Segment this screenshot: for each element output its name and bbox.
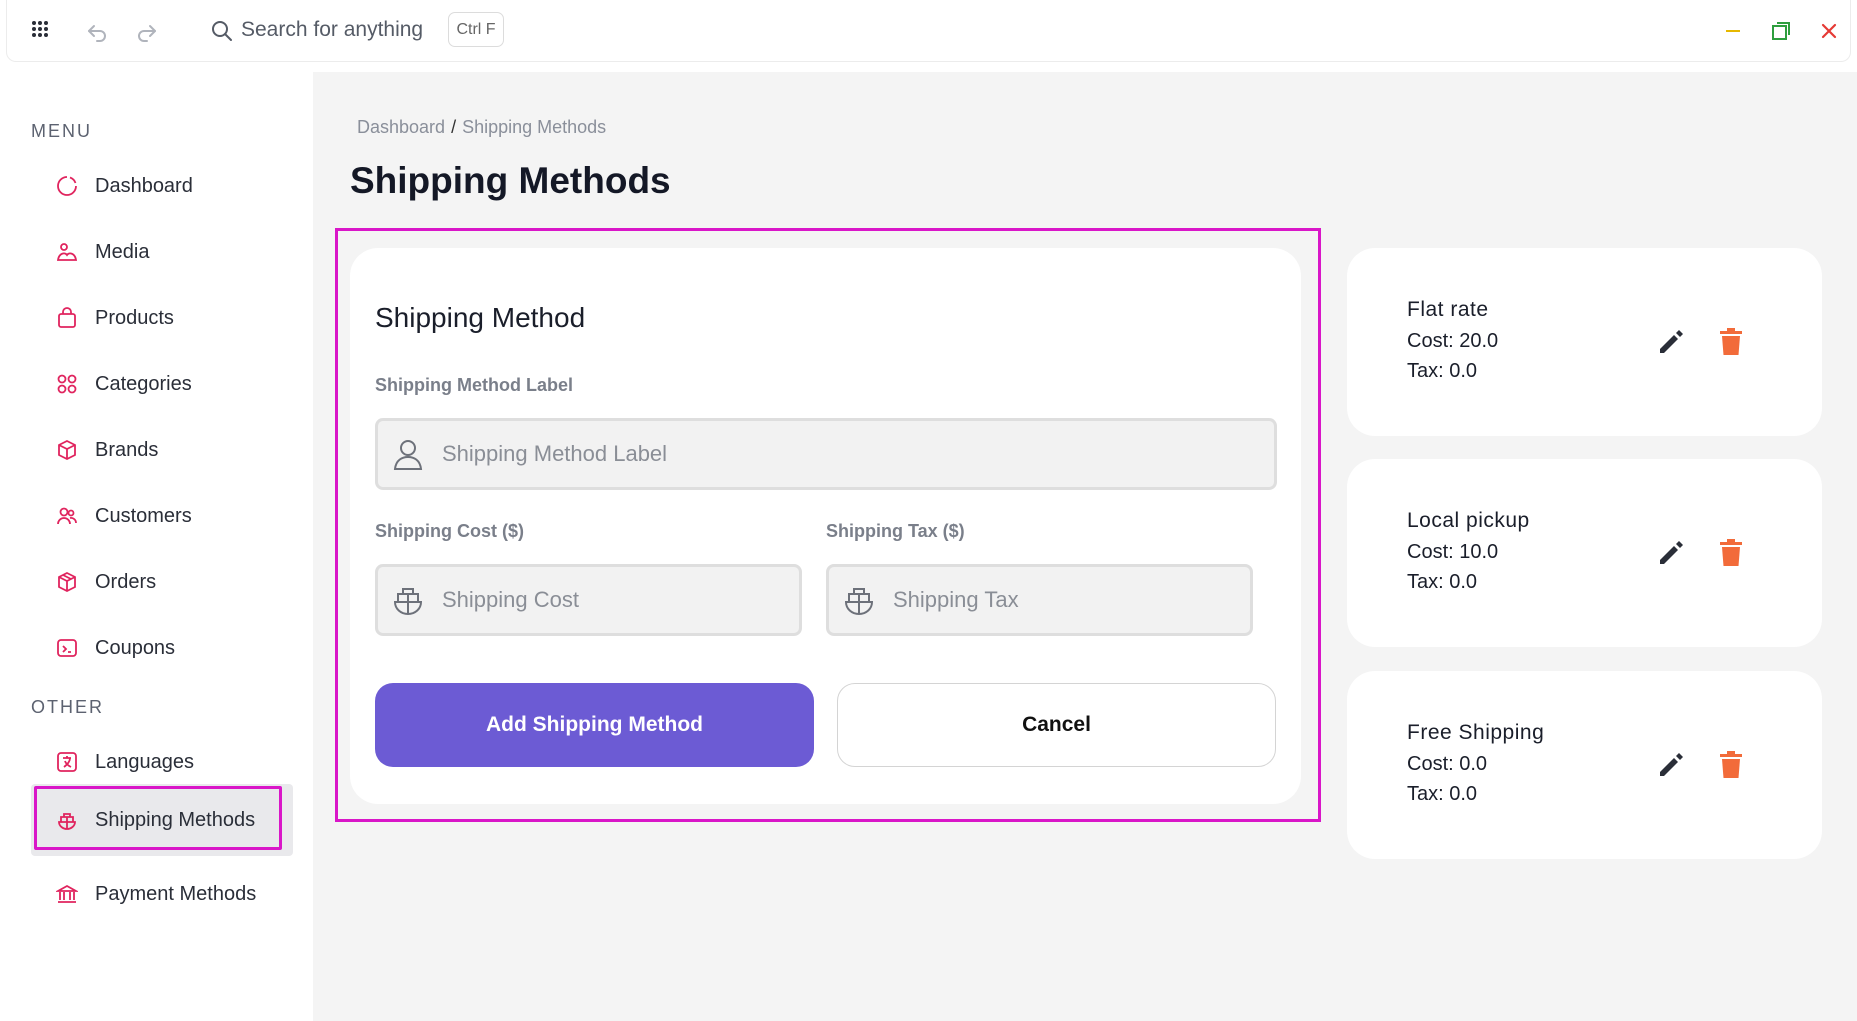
sidebar-item-label: Coupons [95,636,176,659]
sidebar-item-label: Customers [95,504,192,527]
search-input[interactable]: Search for anything [241,18,423,42]
edit-icon[interactable] [1654,536,1688,570]
method-tax: Tax: 0.0 [1407,360,1478,382]
tax-field-label: Shipping Tax ($) [826,521,965,541]
sidebar-item-products[interactable]: Products [31,291,293,345]
title-bar: Search for anything Ctrl F [6,0,1851,62]
sidebar-item-label: Payment Methods [95,882,257,905]
circle-icon [55,174,79,198]
breadcrumb: Dashboard / Shipping Methods [357,117,606,138]
sidebar-item-label: Orders [95,570,157,593]
sidebar-item-categories[interactable]: Categories [31,357,293,411]
method-tax: Tax: 0.0 [1407,783,1478,805]
shipping-method-label-input[interactable] [442,441,1159,467]
cost-field-label: Shipping Cost ($) [375,521,524,541]
user-icon [392,437,424,471]
undo-icon[interactable] [83,17,111,45]
grid-icon[interactable] [29,18,55,44]
label-field-label: Shipping Method Label [375,375,573,395]
ship-icon [392,583,424,617]
main-content: Dashboard / Shipping Methods Shipping Meth… [313,72,1857,1021]
sidebar-item-coupons[interactable]: Coupons [31,621,293,675]
sidebar-item-customers[interactable]: Customers [31,489,293,543]
categories-icon [55,372,79,396]
maximize-icon[interactable] [1767,17,1795,45]
sidebar-item-brands[interactable]: Brands [31,423,293,477]
minimize-icon[interactable] [1719,17,1747,45]
sidebar-item-label: Brands [95,438,159,461]
menu-section-label: MENU [31,121,92,141]
sidebar-item-label: Products [95,306,174,329]
search-shortcut-badge: Ctrl F [448,12,504,47]
sidebar-item-media[interactable]: Media [31,225,293,279]
method-cost: Cost: 10.0 [1407,541,1499,563]
edit-icon[interactable] [1654,325,1688,359]
sidebar-item-languages[interactable]: Languages [31,735,293,789]
form-title: Shipping Method [375,302,586,333]
sidebar-item-payment-methods[interactable]: Payment Methods [31,867,293,921]
tax-input-wrapper [826,564,1253,636]
trash-icon[interactable] [1714,536,1748,570]
coupon-icon [55,636,79,660]
bank-icon [55,882,79,906]
shipping-method-card: Local pickup Cost: 10.0 Tax: 0.0 [1347,459,1822,647]
other-section-label: OTHER [31,697,104,717]
shipping-method-form: Shipping Method Shipping Method Label Sh… [350,248,1301,804]
method-name: Free Shipping [1407,721,1545,744]
breadcrumb-separator: / [451,117,457,137]
sidebar-item-dashboard[interactable]: Dashboard [31,159,293,213]
sidebar: MENU Dashboard Media Products Categories… [6,72,313,1021]
method-name: Local pickup [1407,509,1530,532]
cube-icon [55,438,79,462]
cost-input-wrapper [375,564,802,636]
box-icon [55,570,79,594]
media-icon [55,240,79,264]
sidebar-item-label: Media [95,240,150,263]
sidebar-item-label: Languages [95,750,194,773]
ship-icon [843,583,875,617]
selection-highlight [34,786,282,850]
shipping-method-card: Free Shipping Cost: 0.0 Tax: 0.0 [1347,671,1822,859]
shipping-cost-input[interactable] [442,587,779,613]
sidebar-item-shipping-methods[interactable]: Shipping Methods [31,784,293,856]
sidebar-item-label: Categories [95,372,192,395]
trash-icon[interactable] [1714,748,1748,782]
label-input-wrapper [375,418,1277,490]
shipping-method-card: Flat rate Cost: 20.0 Tax: 0.0 [1347,248,1822,436]
search-icon[interactable] [209,18,235,44]
method-tax: Tax: 0.0 [1407,571,1478,593]
edit-icon[interactable] [1654,748,1688,782]
bag-icon [55,306,79,330]
breadcrumb-current: Shipping Methods [462,117,607,137]
close-icon[interactable] [1815,17,1843,45]
trash-icon[interactable] [1714,325,1748,359]
breadcrumb-root-link[interactable]: Dashboard [357,117,445,137]
method-cost: Cost: 20.0 [1407,330,1499,352]
page-title: Shipping Methods [350,160,671,201]
language-icon [55,750,79,774]
shipping-tax-input[interactable] [893,587,1230,613]
sidebar-item-label: Dashboard [95,174,193,197]
redo-icon[interactable] [133,17,161,45]
cancel-button[interactable]: Cancel [837,683,1276,767]
add-shipping-method-button[interactable]: Add Shipping Method [375,683,814,767]
users-icon [55,504,79,528]
method-name: Flat rate [1407,298,1489,321]
sidebar-item-orders[interactable]: Orders [31,555,293,609]
method-cost: Cost: 0.0 [1407,753,1488,775]
